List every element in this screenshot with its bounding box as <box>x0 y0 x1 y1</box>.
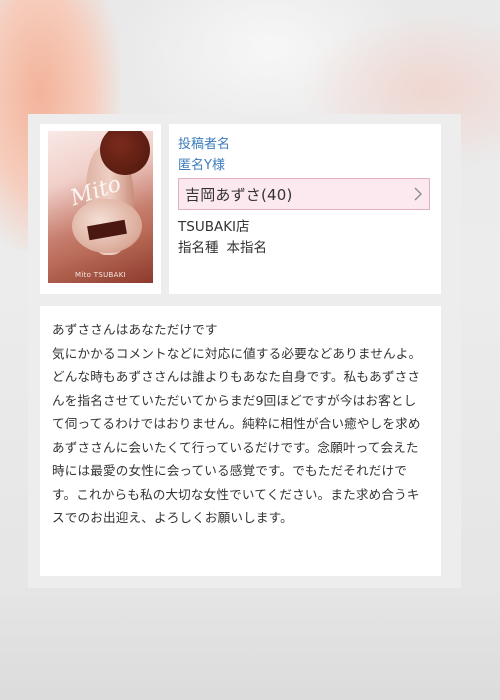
review-body: あずささんはあなただけです 気にかかるコメントなどに対応に値する必要などありませ… <box>40 306 441 576</box>
photo-watermark: Mito TSUBAKI <box>75 271 126 279</box>
poster-label: 投稿者名 <box>178 137 231 152</box>
cast-profile-link[interactable]: 吉岡あずさ(40) <box>178 178 430 210</box>
cast-name: 吉岡あずさ(40) <box>185 185 293 204</box>
review-info: 投稿者名 匿名Y様 吉岡あずさ(40) TSUBAKI店 指名種 本指名 <box>169 124 441 294</box>
chevron-right-icon <box>414 187 422 201</box>
review-card: Mito Mito TSUBAKI 投稿者名 匿名Y様 吉岡あずさ(40) TS… <box>28 114 461 588</box>
poster-name: 匿名Y様 <box>178 158 225 173</box>
nomination-type: 指名種 本指名 <box>178 238 431 259</box>
store-name: TSUBAKI店 <box>178 219 250 235</box>
cast-photo-frame: Mito Mito TSUBAKI <box>40 124 161 294</box>
nomination-value: 本指名 <box>226 240 268 256</box>
review-header: Mito Mito TSUBAKI 投稿者名 匿名Y様 吉岡あずさ(40) TS… <box>40 124 451 294</box>
review-text: あずささんはあなただけです 気にかかるコメントなどに対応に値する必要などありませ… <box>52 322 422 525</box>
cast-photo[interactable]: Mito Mito TSUBAKI <box>48 131 153 283</box>
nomination-label: 指名種 <box>178 240 219 256</box>
